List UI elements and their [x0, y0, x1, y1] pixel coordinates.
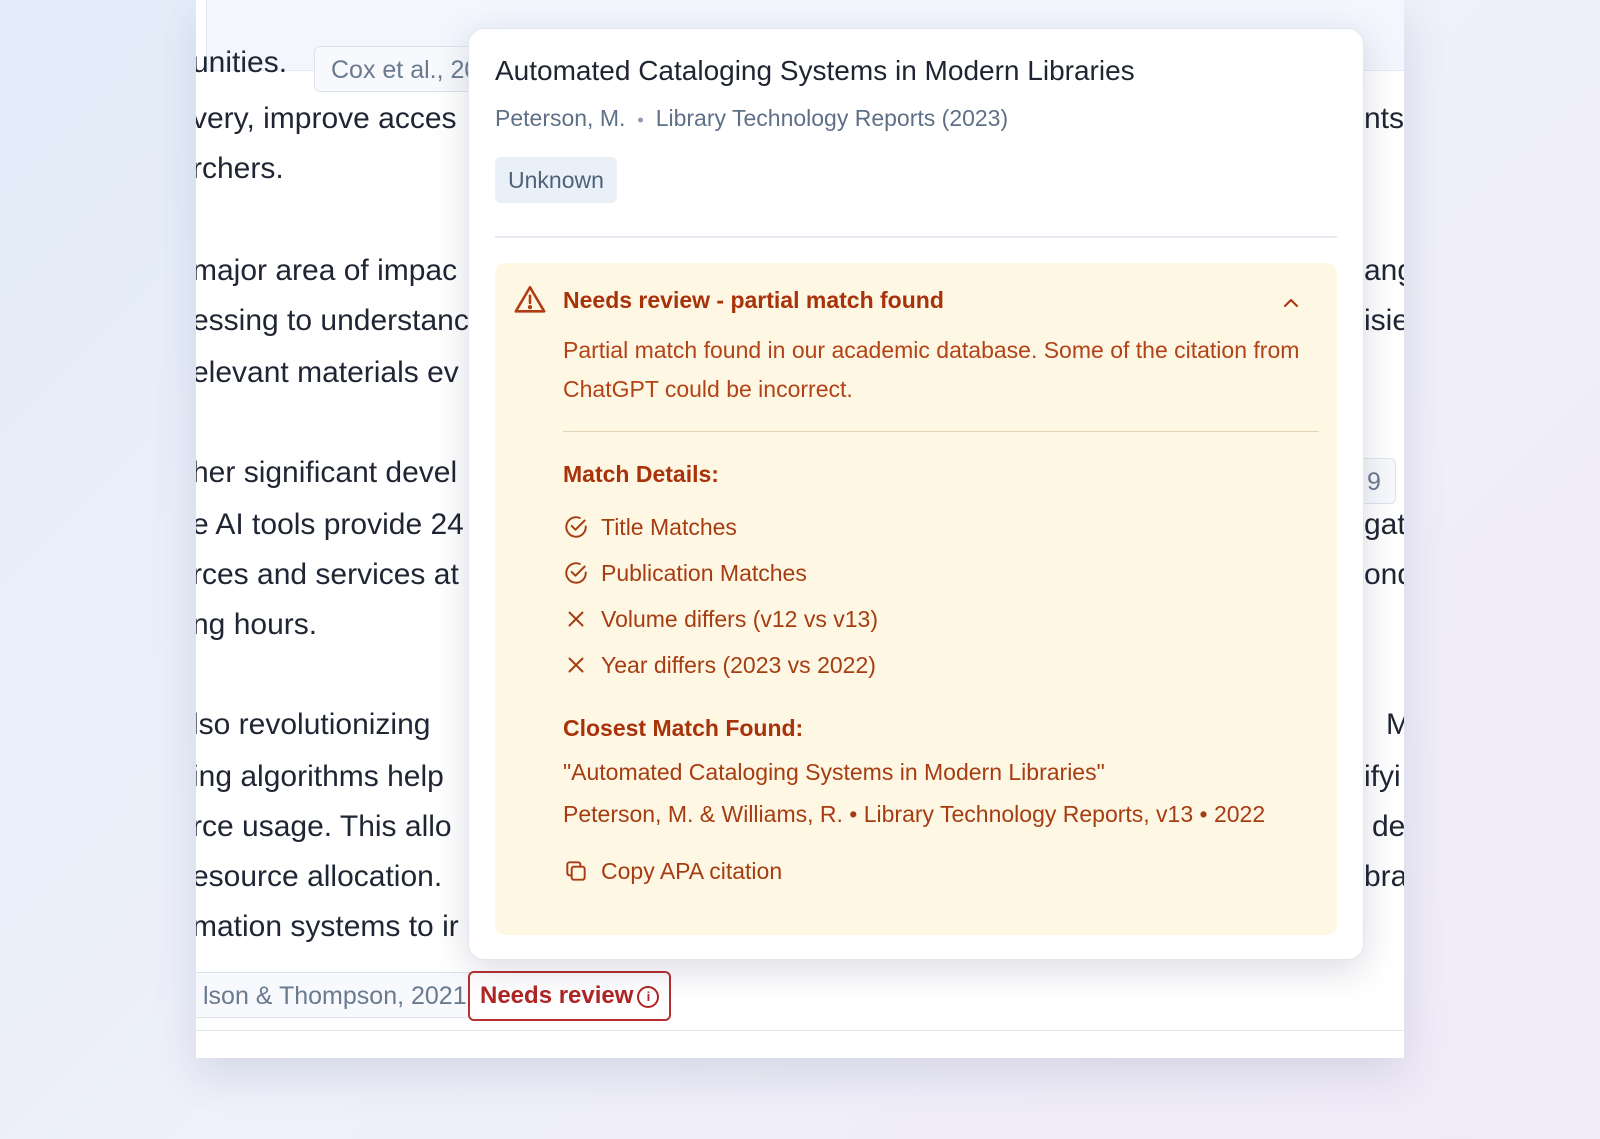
closest-match-label: Closest Match Found:	[563, 715, 804, 741]
match-item-label: Publication Matches	[601, 559, 807, 586]
copy-icon	[566, 861, 586, 881]
citation-chip[interactable]: lson & Thompson, 2021	[196, 972, 484, 1018]
document-text-line: ang	[1364, 254, 1404, 287]
match-item: Title Matches	[563, 511, 737, 543]
document-text-line: nts	[1364, 102, 1404, 135]
document-text-line: M	[1386, 708, 1404, 741]
chevron-up-icon[interactable]	[1279, 291, 1303, 315]
document-text-line: ond	[1364, 558, 1404, 591]
divider	[495, 236, 1337, 238]
mismatch-item: Volume differs (v12 vs v13)	[563, 603, 878, 635]
copy-apa-citation-button[interactable]: Copy APA citation	[563, 853, 782, 889]
document-text-line: rchers.	[196, 152, 284, 185]
mismatch-item-label: Volume differs (v12 vs v13)	[601, 605, 878, 632]
match-details-label: Match Details:	[563, 461, 719, 487]
closest-match-meta: Peterson, M. & Williams, R. • Library Te…	[563, 801, 1266, 827]
check-circle-icon	[565, 516, 587, 538]
document-text-line: lso revolutionizing	[196, 708, 431, 741]
divider	[196, 1030, 1404, 1031]
document-text-line: esource allocation.	[196, 860, 443, 893]
x-icon	[568, 611, 584, 627]
separator-dot: •	[637, 110, 644, 130]
document-text-line: very, improve acces	[196, 102, 457, 135]
x-icon	[568, 657, 584, 673]
citation-journal: Library Technology Reports (2023)	[655, 105, 1009, 131]
info-icon: i	[637, 985, 660, 1008]
document-text-line: rce usage. This allo	[196, 810, 452, 843]
citation-title: Automated Cataloging Systems in Modern L…	[495, 55, 1135, 86]
needs-review-button[interactable]: Needs review i	[468, 971, 672, 1021]
document-text-line: rces and services at	[196, 558, 459, 591]
document-text-line: ing algorithms help	[196, 760, 444, 793]
review-panel: Needs review - partial match found Parti…	[495, 263, 1337, 935]
document-text-line: essing to understanc	[196, 304, 469, 337]
document-text-line: isie	[1364, 304, 1404, 337]
document-text-line: e AI tools provide 24	[196, 508, 464, 541]
document-text-line: her significant devel	[196, 456, 458, 489]
citation-author: Peterson, M.	[495, 105, 626, 131]
document-text-line: ng hours.	[196, 608, 318, 641]
needs-review-label: Needs review	[480, 982, 634, 1009]
match-item-label: Title Matches	[601, 513, 737, 540]
mismatch-item: Year differs (2023 vs 2022)	[563, 649, 876, 681]
review-description: Partial match found in our academic data…	[563, 337, 1300, 402]
document-text-line: bra	[1364, 860, 1404, 893]
citation-popover: Automated Cataloging Systems in Modern L…	[468, 28, 1364, 960]
divider	[563, 431, 1319, 432]
document-text-line: unities.	[196, 46, 288, 79]
warning-icon	[514, 285, 546, 313]
document-text-line: mation systems to ir	[196, 910, 459, 943]
review-heading: Needs review - partial match found	[563, 287, 944, 313]
document-text-line: major area of impac	[196, 254, 458, 287]
closest-match-title: "Automated Cataloging Systems in Modern …	[563, 759, 1105, 785]
document-text-line: ifyi	[1364, 760, 1401, 793]
copy-apa-citation-label: Copy APA citation	[601, 857, 783, 884]
document-text-line: de	[1372, 810, 1404, 843]
citation-meta: Peterson, M. • Library Technology Reports …	[495, 105, 1008, 132]
document-text-line: gat	[1364, 508, 1404, 541]
match-item: Publication Matches	[563, 557, 807, 589]
check-circle-icon	[565, 562, 587, 584]
document-text-line: elevant materials ev	[196, 356, 459, 389]
status-badge: Unknown	[495, 157, 617, 203]
mismatch-item-label: Year differs (2023 vs 2022)	[601, 651, 876, 678]
